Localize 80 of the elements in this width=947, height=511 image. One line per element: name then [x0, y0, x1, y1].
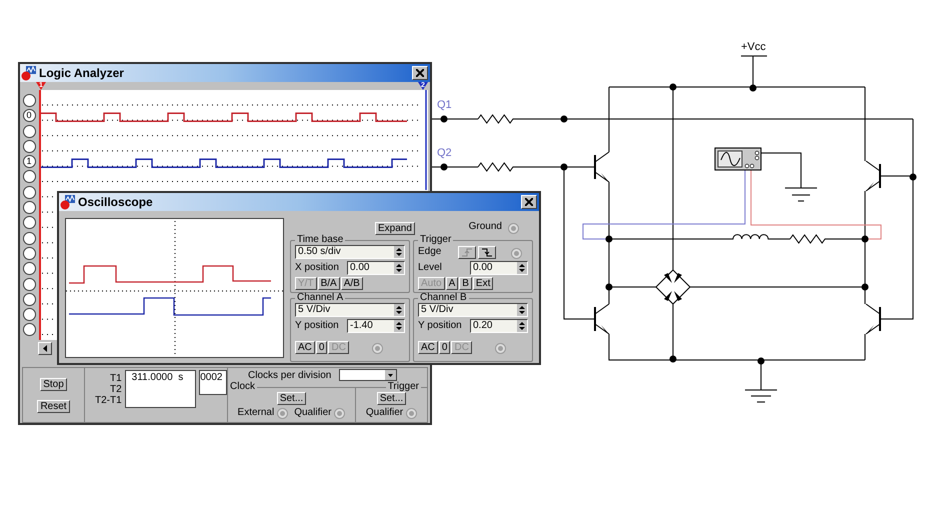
group-title: Channel A — [296, 293, 344, 303]
radio-button[interactable] — [511, 248, 522, 259]
spin-field[interactable]: 5 V/Div — [295, 303, 405, 317]
option-label: Qualifier — [294, 407, 332, 419]
button[interactable]: 0 — [316, 340, 328, 354]
spinner-icon[interactable] — [394, 262, 404, 274]
spinner-icon[interactable] — [394, 320, 404, 332]
spinner-icon[interactable] — [394, 246, 404, 258]
oscilloscope-icon[interactable] — [714, 148, 762, 170]
group-title: Channel B — [419, 293, 468, 303]
group-title: Trigger — [419, 235, 452, 245]
button[interactable]: 0 — [438, 340, 450, 354]
ground-label: Ground — [468, 220, 502, 232]
group-title: Clock — [229, 382, 256, 392]
app-icon — [60, 194, 76, 210]
field-label: Level — [418, 262, 442, 274]
cursor-line[interactable] — [425, 90, 427, 190]
close-icon[interactable] — [525, 198, 533, 206]
channel-terminal[interactable] — [22, 262, 36, 276]
close-button[interactable] — [412, 66, 428, 80]
set-button[interactable]: Set... — [376, 392, 406, 405]
button[interactable]: AC — [418, 340, 438, 354]
close-icon[interactable] — [416, 69, 424, 77]
button[interactable]: A/B — [340, 277, 363, 290]
set-button[interactable]: Set... — [276, 392, 306, 405]
button[interactable]: B — [459, 277, 472, 290]
radio-button[interactable] — [495, 343, 506, 354]
clocks-label: Clocks per division — [248, 370, 332, 380]
diode-bridge-drawing — [655, 269, 691, 305]
field-label: Edge — [418, 246, 442, 258]
radio-button[interactable] — [372, 343, 383, 354]
cursor-time-label: T1 — [110, 373, 122, 384]
spinner-icon[interactable] — [394, 304, 404, 316]
spinner-icon[interactable] — [517, 262, 527, 274]
net-label: Q2 — [437, 147, 452, 159]
spin-field[interactable]: 0.20 — [470, 319, 528, 333]
group-title: Time base — [296, 235, 344, 245]
spin-field[interactable]: 5 V/Div — [418, 303, 528, 317]
spin-field[interactable]: 0.00 — [470, 261, 528, 275]
button[interactable]: AC — [295, 340, 315, 354]
spin-field[interactable]: 0.50 s/div — [295, 245, 405, 259]
button[interactable]: B/A — [318, 277, 340, 290]
close-button[interactable] — [521, 195, 537, 209]
net-label: +Vcc — [741, 41, 766, 53]
time-readout: 311.0000 s — [124, 370, 196, 408]
scroll-left-button[interactable] — [38, 342, 52, 354]
falling-edge-icon[interactable] — [481, 248, 493, 256]
channel-terminal[interactable] — [22, 186, 36, 199]
field-label: Y position — [295, 320, 339, 332]
window-title: Logic Analyzer — [39, 65, 125, 81]
radio-button[interactable] — [277, 408, 288, 418]
button[interactable]: Stop — [40, 378, 67, 390]
button[interactable]: A — [446, 277, 458, 290]
cursor-time-label: T2 — [110, 384, 122, 395]
expand-button[interactable]: Expand — [375, 222, 415, 234]
window-title: Oscilloscope — [78, 194, 154, 210]
radio-button[interactable] — [334, 408, 346, 418]
spinner-icon[interactable] — [517, 320, 527, 332]
option-label: Qualifier — [366, 407, 404, 419]
left-arrow-icon[interactable] — [43, 344, 47, 352]
value-readout: 0002 — [199, 370, 227, 395]
field-label: Y position — [418, 320, 462, 332]
channel-terminal[interactable]: 0 — [22, 109, 36, 122]
group-title: Trigger — [386, 382, 420, 392]
net-label: Q1 — [437, 99, 452, 111]
option-label: External — [238, 407, 274, 419]
radio-button[interactable] — [508, 222, 519, 234]
button[interactable]: Ext — [472, 277, 494, 290]
field-label: X position — [295, 262, 339, 274]
edge-button[interactable] — [478, 246, 496, 258]
app-icon — [21, 65, 37, 81]
cursor-time-label: T2-T1 — [95, 395, 122, 406]
radio-button[interactable] — [406, 408, 418, 418]
spin-field[interactable]: 0.00 — [347, 261, 405, 275]
spin-field[interactable]: -1.40 — [347, 319, 405, 333]
channel-terminal[interactable] — [22, 94, 36, 107]
channel-terminal[interactable]: 1 — [22, 155, 36, 168]
button[interactable]: Reset — [37, 400, 70, 412]
spinner-icon[interactable] — [517, 304, 527, 316]
clocks-dropdown[interactable] — [339, 369, 398, 381]
